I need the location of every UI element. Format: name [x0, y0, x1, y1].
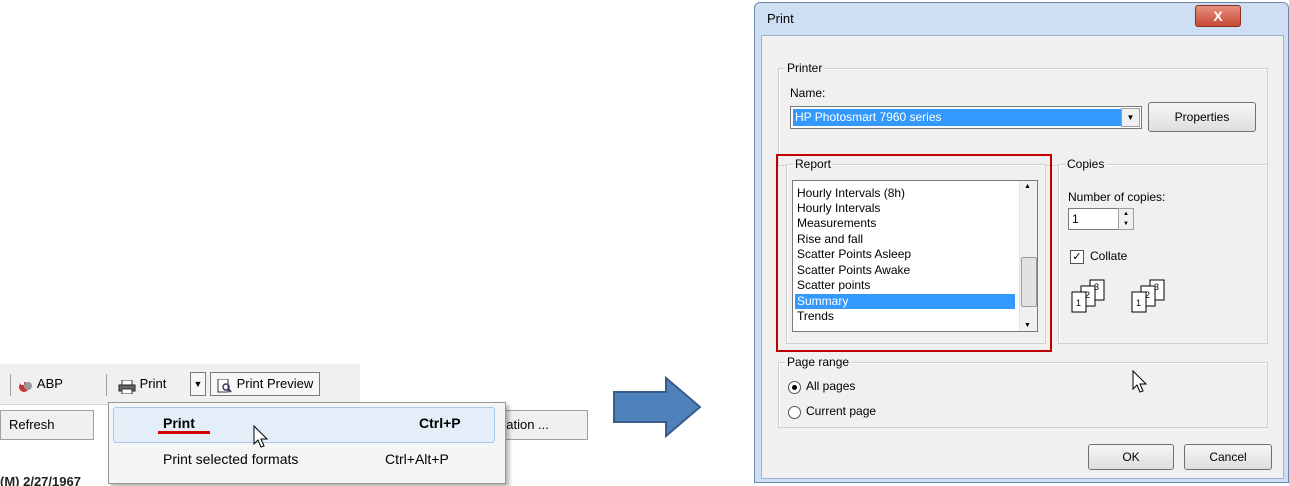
spin-down-icon[interactable]: ▼: [1119, 219, 1133, 229]
page-range-group: Page range: [778, 355, 1268, 428]
ok-button[interactable]: OK: [1088, 444, 1174, 470]
toolbar: ABP Print ▼ Print Preview: [0, 364, 360, 405]
cancel-button[interactable]: Cancel: [1184, 444, 1272, 470]
spin-up-icon[interactable]: ▲: [1119, 209, 1133, 219]
svg-text:1: 1: [1136, 298, 1141, 308]
chevron-down-icon: ▼: [193, 379, 203, 389]
mouse-cursor-icon: [253, 425, 269, 449]
collate-preview-icon: 3 2 1 3 2 1: [1068, 276, 1208, 326]
print-preview-label: Print Preview: [236, 376, 314, 391]
toolbar-separator: [106, 374, 107, 396]
report-highlight-box: [776, 154, 1052, 352]
refresh-button[interactable]: Refresh: [0, 410, 94, 440]
number-of-copies-input[interactable]: 1: [1068, 208, 1119, 230]
abp-button[interactable]: ABP: [18, 372, 63, 396]
abp-icon: [18, 378, 34, 392]
print-dialog: Print X Printer Name: HP Photosmart 7960…: [754, 2, 1289, 483]
ok-label: OK: [1122, 450, 1140, 464]
toolbar-separator: [10, 374, 11, 396]
printer-name-label: Name:: [790, 86, 826, 100]
print-dropdown-button[interactable]: ▼: [190, 372, 206, 396]
copies-group-label: Copies: [1065, 157, 1107, 171]
close-icon: X: [1213, 8, 1223, 24]
print-context-menu: Print Ctrl+P Print selected formats Ctrl…: [108, 402, 506, 484]
print-label: Print: [139, 376, 167, 391]
dialog-title: Print: [767, 11, 794, 26]
chevron-down-icon[interactable]: ▼: [1121, 108, 1140, 127]
all-pages-radio[interactable]: [788, 381, 801, 394]
refresh-label: Refresh: [9, 417, 55, 432]
copies-spinner[interactable]: ▲ ▼: [1118, 208, 1134, 230]
mouse-cursor-icon: [1132, 370, 1148, 394]
information-label: nation ...: [499, 417, 549, 432]
dialog-client-area: Printer Name: HP Photosmart 7960 series …: [761, 35, 1284, 479]
menu-item-print-shortcut: Ctrl+P: [419, 415, 461, 431]
printer-name-select[interactable]: HP Photosmart 7960 series ▼: [790, 106, 1142, 129]
menu-item-print-selected-formats[interactable]: Print selected formats: [163, 451, 298, 467]
printer-group-label: Printer: [785, 61, 825, 75]
collate-checkbox[interactable]: ✓: [1070, 250, 1084, 264]
menu-item-print-selected-shortcut: Ctrl+Alt+P: [385, 451, 449, 467]
print-underline-mark: [158, 431, 210, 434]
current-page-label: Current page: [806, 404, 877, 418]
close-button[interactable]: X: [1195, 5, 1241, 27]
properties-label: Properties: [1174, 110, 1230, 124]
number-of-copies-label: Number of copies:: [1068, 190, 1166, 204]
collate-label: Collate: [1090, 249, 1128, 263]
svg-text:1: 1: [1076, 298, 1081, 308]
current-page-radio[interactable]: [788, 406, 801, 419]
cancel-label: Cancel: [1209, 450, 1247, 464]
patient-info-text: (M) 2/27/1967: [0, 474, 81, 486]
print-button[interactable]: Print: [118, 372, 166, 396]
page-range-group-label: Page range: [785, 355, 852, 369]
print-preview-button[interactable]: Print Preview: [210, 372, 321, 396]
abp-label: ABP: [36, 376, 63, 391]
all-pages-label: All pages: [806, 379, 856, 393]
printer-icon: [118, 378, 136, 395]
print-preview-icon: [217, 378, 233, 393]
menu-item-print[interactable]: Print: [163, 415, 195, 431]
printer-name-value: HP Photosmart 7960 series: [793, 109, 1121, 126]
properties-button[interactable]: Properties: [1148, 102, 1256, 132]
right-arrow-icon: [612, 375, 704, 441]
